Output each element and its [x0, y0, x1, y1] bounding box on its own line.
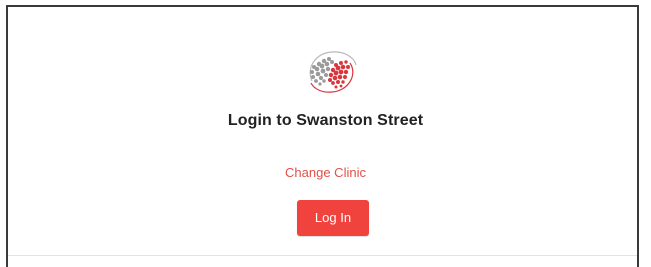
login-button[interactable]: Log In	[297, 200, 369, 236]
clinic-logo-icon	[309, 51, 357, 93]
page-title: Login to Swanston Street	[227, 112, 424, 129]
change-clinic-link[interactable]: Change Clinic	[0, 165, 651, 180]
divider	[8, 255, 637, 256]
